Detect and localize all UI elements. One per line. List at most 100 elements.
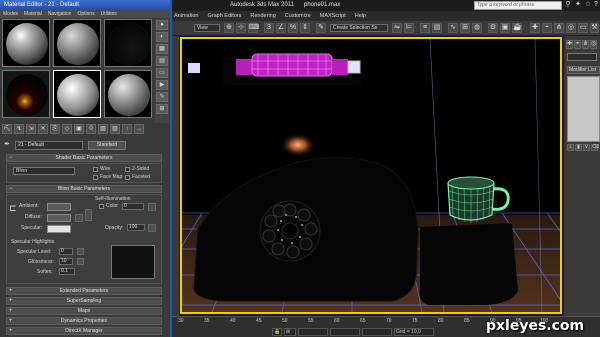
face-map-checkbox[interactable] — [93, 175, 98, 180]
mirror-icon[interactable]: ⇋ — [392, 23, 402, 33]
edit-named-selection-icon[interactable]: ✎ — [316, 23, 326, 33]
eyedropper-icon[interactable]: ✒ — [2, 140, 12, 150]
get-material-icon[interactable]: ⛏ — [2, 124, 12, 134]
reference-coordinate-dropdown[interactable]: View — [194, 24, 220, 32]
sample-type-icon[interactable]: ● — [156, 20, 168, 30]
help-icon[interactable]: ? — [592, 1, 600, 9]
keyboard-shortcut-icon[interactable]: ⌨ — [248, 23, 259, 33]
rollout-dynamics-properties[interactable]: + Dynamics Properties — [6, 317, 162, 325]
menu-graph-editors[interactable]: Graph Editors — [207, 11, 241, 21]
tab-hierarchy[interactable]: ⋔ — [582, 40, 589, 49]
glossiness-map-button[interactable] — [77, 258, 84, 265]
render-production-icon[interactable]: ☕ — [512, 23, 522, 33]
self-illum-color-checkbox[interactable] — [99, 204, 104, 209]
rollout-supersampling[interactable]: + SuperSampling — [6, 297, 162, 305]
lock-selection-icon[interactable]: 🔒 — [272, 328, 282, 336]
rollout-shader-basic[interactable]: − Shader Basic Parameters — [6, 154, 162, 162]
tab-modify[interactable]: ◓ — [574, 40, 581, 49]
pivot-icon[interactable]: ⊕ — [224, 23, 234, 33]
search-input[interactable]: Type a keyword or phrase — [474, 1, 562, 10]
hierarchy-panel-icon[interactable]: ⋔ — [554, 23, 564, 33]
pin-stack-icon[interactable]: ⊥ — [567, 144, 574, 151]
menu-rendering[interactable]: Rendering — [250, 11, 275, 21]
graphite-toggle-icon[interactable]: ▤ — [432, 23, 442, 33]
remove-modifier-icon[interactable]: ⌫ — [591, 144, 599, 151]
modifier-list-dropdown[interactable]: Modifier List — [567, 66, 600, 74]
display-panel-icon[interactable]: ▭ — [578, 23, 588, 33]
rollout-extended-parameters[interactable]: + Extended Parameters — [6, 287, 162, 295]
percent-snap-icon[interactable]: % — [288, 23, 298, 33]
select-by-material-icon[interactable]: ⊞ — [156, 104, 168, 114]
snap-3d-icon[interactable]: 3 — [264, 23, 274, 33]
self-illum-map-button[interactable] — [148, 203, 156, 211]
material-id-icon[interactable]: 0 — [86, 124, 96, 134]
rollout-blinn-basic[interactable]: − Blinn Basic Parameters — [6, 185, 162, 193]
menu-navigation[interactable]: Navigation — [48, 10, 72, 18]
video-check-icon[interactable]: ▭ — [156, 68, 168, 78]
rollout-maps[interactable]: + Maps — [6, 307, 162, 315]
spinner-snap-icon[interactable]: ⇕ — [300, 23, 310, 33]
angle-snap-icon[interactable]: ∠ — [276, 23, 286, 33]
make-unique-icon[interactable]: ◇ — [62, 124, 72, 134]
uv-tiling-icon[interactable]: ▤ — [156, 56, 168, 66]
modify-panel-icon[interactable]: ◓ — [542, 23, 552, 33]
lock-bracket-icon[interactable]: ⊏ — [9, 203, 17, 214]
go-forward-icon[interactable]: → — [134, 124, 144, 134]
utilities-panel-icon[interactable]: ⚒ — [590, 23, 599, 33]
show-map-icon[interactable]: ▧ — [98, 124, 108, 134]
menu-customize[interactable]: Customize — [285, 11, 311, 21]
copy-material-icon[interactable]: ⎘ — [50, 124, 60, 134]
self-illum-spinner[interactable]: 0 — [122, 203, 144, 210]
glossiness-spinner[interactable]: 10 — [59, 258, 73, 265]
wire-checkbox[interactable] — [93, 167, 98, 172]
sample-slot-3[interactable] — [104, 19, 152, 67]
binoculars-icon[interactable]: ⚲ — [564, 1, 572, 9]
layer-manager-icon[interactable]: ≡ — [420, 23, 430, 33]
show-end-result-icon[interactable]: ▮ — [575, 144, 582, 151]
schematic-view-icon[interactable]: ⊞ — [460, 23, 470, 33]
y-coordinate-field[interactable] — [330, 328, 360, 336]
assign-to-selection-icon[interactable]: ⇲ — [26, 124, 36, 134]
diffuse-map-button[interactable] — [75, 214, 83, 222]
sample-slot-1[interactable] — [2, 19, 50, 67]
subscription-icon[interactable]: ✦ — [574, 1, 582, 9]
specular-level-map-button[interactable] — [77, 248, 84, 255]
menu-animation[interactable]: Animation — [174, 11, 198, 21]
named-selection-dropdown[interactable]: Create Selection Se — [330, 24, 388, 32]
select-manipulate-icon[interactable]: ⊹ — [236, 23, 246, 33]
specular-color-swatch[interactable] — [47, 225, 71, 233]
material-type-button[interactable]: Standard — [88, 140, 126, 150]
lock-toggle-icon[interactable] — [85, 209, 92, 221]
motion-panel-icon[interactable]: ◎ — [566, 23, 576, 33]
perspective-viewport[interactable] — [180, 37, 562, 314]
soften-spinner[interactable]: 0.1 — [59, 268, 75, 275]
put-to-library-icon[interactable]: ▣ — [74, 124, 84, 134]
background-icon[interactable]: ▦ — [156, 44, 168, 54]
object-name-field[interactable] — [567, 53, 597, 61]
sample-slot-6[interactable] — [104, 70, 152, 118]
rollout-directx-manager[interactable]: + DirectX Manager — [6, 327, 162, 335]
put-to-scene-icon[interactable]: ↯ — [14, 124, 24, 134]
tab-create[interactable]: ✚ — [566, 40, 573, 49]
go-to-parent-icon[interactable]: ↑ — [122, 124, 132, 134]
create-panel-icon[interactable]: ✚ — [530, 23, 540, 33]
favorites-icon[interactable]: ☆ — [584, 1, 592, 9]
make-preview-icon[interactable]: ▶ — [156, 80, 168, 90]
specular-level-spinner[interactable]: 0 — [59, 248, 73, 255]
menu-utilities[interactable]: Utilities — [101, 10, 117, 18]
sample-slot-4[interactable] — [2, 70, 50, 118]
render-setup-icon[interactable]: ⚙ — [488, 23, 498, 33]
reset-map-icon[interactable]: ✕ — [38, 124, 48, 134]
menu-options[interactable]: Options — [77, 10, 94, 18]
menu-modes[interactable]: Modes — [3, 10, 18, 18]
z-coordinate-field[interactable] — [362, 328, 392, 336]
opacity-map-button[interactable] — [148, 224, 156, 232]
show-end-result-icon[interactable]: ▨ — [110, 124, 120, 134]
menu-material[interactable]: Material — [24, 10, 42, 18]
absolute-mode-icon[interactable]: ⊞ — [284, 328, 296, 336]
faceted-checkbox[interactable] — [125, 175, 130, 180]
material-editor-icon[interactable]: ◍ — [472, 23, 482, 33]
material-name-field[interactable]: 21 - Default — [15, 140, 83, 150]
sample-slot-2[interactable] — [53, 19, 101, 67]
curve-editor-icon[interactable]: ∿ — [448, 23, 458, 33]
